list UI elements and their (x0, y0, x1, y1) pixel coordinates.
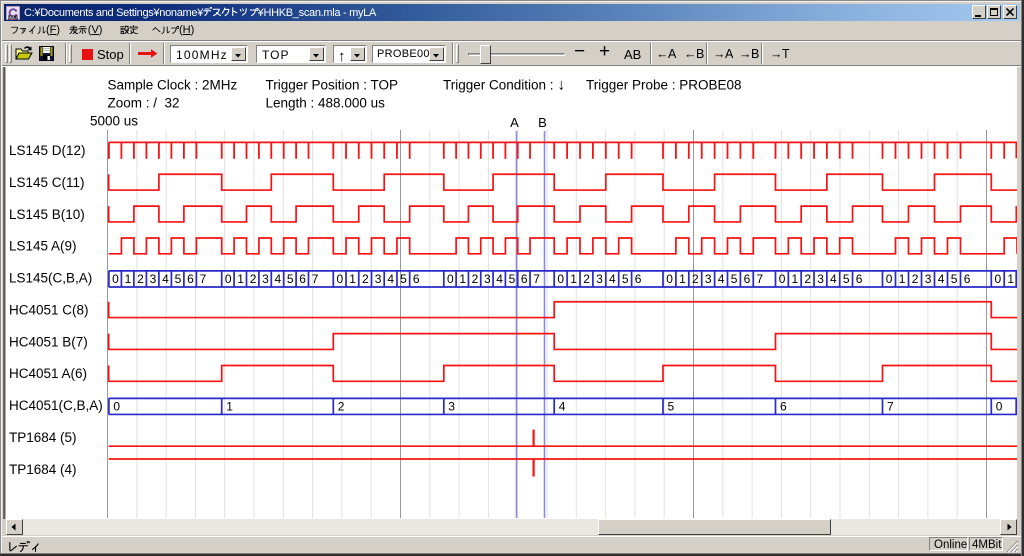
svg-text:Trigger Position : TOP: Trigger Position : TOP (266, 78, 399, 93)
svg-text:5: 5 (843, 272, 850, 286)
svg-text:Trigger Probe : PROBE08: Trigger Probe : PROBE08 (586, 78, 742, 93)
svg-text:5: 5 (509, 272, 516, 286)
svg-text:LS145 B(10): LS145 B(10) (9, 207, 85, 222)
svg-text:7: 7 (887, 399, 894, 413)
svg-text:1: 1 (570, 272, 577, 286)
svg-text:6: 6 (856, 272, 863, 286)
svg-text:6: 6 (635, 272, 642, 286)
svg-text:A: A (510, 115, 519, 130)
svg-text:LS145 A(9): LS145 A(9) (9, 239, 77, 254)
svg-text:4: 4 (830, 272, 837, 286)
svg-text:B: B (538, 115, 547, 130)
svg-text:0: 0 (447, 272, 454, 286)
svg-text:1: 1 (1007, 272, 1014, 286)
svg-text:2: 2 (804, 272, 811, 286)
svg-text:HC4051 A(6): HC4051 A(6) (9, 366, 87, 381)
svg-text:7: 7 (312, 272, 319, 286)
svg-text:Length : 488.000 us: Length : 488.000 us (266, 96, 386, 111)
svg-text:5: 5 (622, 272, 629, 286)
svg-text:2: 2 (137, 272, 144, 286)
svg-text:HC4051 C(8): HC4051 C(8) (9, 302, 89, 317)
svg-text:3: 3 (596, 272, 603, 286)
svg-text:3: 3 (448, 399, 455, 413)
svg-text:1: 1 (679, 272, 686, 286)
svg-text:1: 1 (349, 272, 356, 286)
svg-text:LS145(C,B,A): LS145(C,B,A) (9, 271, 92, 286)
svg-text:Zoom : / 32: Zoom : / 32 (108, 96, 180, 111)
svg-text:1: 1 (899, 272, 906, 286)
svg-text:5: 5 (731, 272, 738, 286)
svg-text:0: 0 (337, 272, 344, 286)
svg-text:0: 0 (886, 272, 893, 286)
svg-text:4: 4 (609, 272, 616, 286)
svg-text:5: 5 (400, 272, 407, 286)
svg-text:6: 6 (187, 272, 194, 286)
svg-text:4: 4 (559, 399, 566, 413)
svg-text:4: 4 (162, 272, 169, 286)
svg-text:4: 4 (387, 272, 394, 286)
svg-text:Sample Clock : 2MHz: Sample Clock : 2MHz (108, 78, 238, 93)
svg-text:6: 6 (299, 272, 306, 286)
svg-text:5: 5 (668, 399, 675, 413)
svg-text:7: 7 (757, 272, 764, 286)
svg-text:5: 5 (287, 272, 294, 286)
svg-text:3: 3 (375, 272, 382, 286)
svg-text:6: 6 (413, 272, 420, 286)
svg-text:HC4051(C,B,A): HC4051(C,B,A) (9, 398, 103, 413)
svg-text:3: 3 (150, 272, 157, 286)
svg-text:3: 3 (262, 272, 269, 286)
svg-text:2: 2 (583, 272, 590, 286)
svg-text:0: 0 (557, 272, 564, 286)
svg-text:3: 3 (817, 272, 824, 286)
svg-text:Trigger Condition : ↓: Trigger Condition : ↓ (443, 77, 565, 94)
svg-text:2: 2 (692, 272, 699, 286)
svg-text:1: 1 (226, 399, 233, 413)
svg-text:0: 0 (779, 272, 786, 286)
svg-text:2: 2 (912, 272, 919, 286)
svg-text:5: 5 (951, 272, 958, 286)
svg-text:1: 1 (792, 272, 799, 286)
svg-text:2: 2 (338, 399, 345, 413)
svg-text:6: 6 (521, 272, 528, 286)
svg-text:0: 0 (113, 399, 120, 413)
svg-text:7: 7 (533, 272, 540, 286)
svg-text:7: 7 (200, 272, 207, 286)
svg-text:LS145 D(12): LS145 D(12) (9, 143, 86, 158)
svg-text:6: 6 (964, 272, 971, 286)
svg-text:TP1684 (4): TP1684 (4) (9, 462, 77, 477)
svg-text:3: 3 (484, 272, 491, 286)
svg-text:TP1684 (5): TP1684 (5) (9, 430, 77, 445)
svg-text:2: 2 (472, 272, 479, 286)
svg-text:0: 0 (112, 272, 119, 286)
svg-text:4: 4 (275, 272, 282, 286)
svg-text:2: 2 (362, 272, 369, 286)
svg-text:6: 6 (780, 399, 787, 413)
svg-text:0: 0 (996, 399, 1003, 413)
svg-text:MyLA: MyLA (7, 15, 19, 20)
svg-text:5000 us: 5000 us (90, 114, 138, 129)
svg-text:5: 5 (175, 272, 182, 286)
svg-text:0: 0 (995, 272, 1002, 286)
svg-text:6: 6 (744, 272, 751, 286)
svg-text:1: 1 (125, 272, 132, 286)
svg-text:1: 1 (237, 272, 244, 286)
svg-text:4: 4 (938, 272, 945, 286)
svg-text:0: 0 (666, 272, 673, 286)
svg-text:0: 0 (225, 272, 232, 286)
svg-text:HC4051 B(7): HC4051 B(7) (9, 334, 88, 349)
svg-text:3: 3 (705, 272, 712, 286)
svg-text:4: 4 (718, 272, 725, 286)
svg-text:4: 4 (496, 272, 503, 286)
svg-text:2: 2 (250, 272, 257, 286)
svg-text:LS145 C(11): LS145 C(11) (9, 175, 85, 190)
svg-text:3: 3 (925, 272, 932, 286)
svg-text:1: 1 (459, 272, 466, 286)
